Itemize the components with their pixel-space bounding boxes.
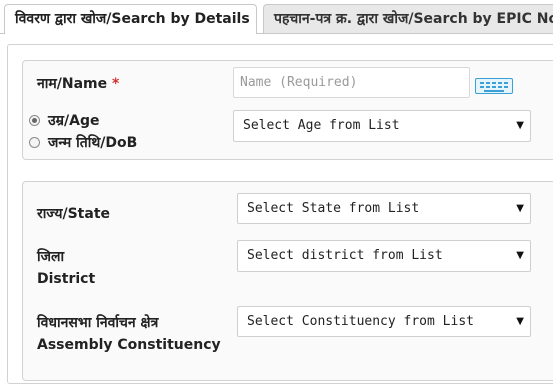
state-select-value: Select State from List [247, 201, 420, 216]
district-select-value: Select district from List [247, 248, 443, 263]
state-label: राज्य/State [37, 206, 111, 222]
search-tabs: विवरण द्वारा खोज/Search by Details पहचान… [0, 0, 553, 34]
name-label: नाम/Name * [37, 75, 119, 93]
age-radio[interactable] [29, 115, 40, 126]
chevron-down-icon: ▼ [516, 316, 524, 327]
district-label-hindi: जिला [37, 249, 65, 265]
dob-radio[interactable] [29, 137, 40, 148]
tab-search-by-epic[interactable]: पहचान-पत्र क्र. द्वारा खोज/Search by EPI… [263, 4, 553, 33]
age-select-value: Select Age from List [243, 118, 400, 133]
age-select[interactable]: Select Age from List ▼ [233, 110, 531, 142]
chevron-down-icon: ▼ [516, 120, 524, 131]
constituency-label-hindi: विधानसभा निर्वाचन क्षेत्र [37, 315, 159, 331]
constituency-label: Assembly Constituency [37, 337, 221, 353]
district-label: District [37, 271, 96, 287]
district-select[interactable]: Select district from List ▼ [237, 240, 531, 272]
tab-search-by-details[interactable]: विवरण द्वारा खोज/Search by Details [4, 4, 257, 34]
name-input[interactable]: Name (Required) [233, 67, 470, 98]
keyboard-icon[interactable] [475, 78, 513, 94]
constituency-select[interactable]: Select Constituency from List ▼ [237, 306, 531, 337]
name-label-text: नाम/Name [37, 76, 108, 92]
chevron-down-icon: ▼ [516, 203, 524, 214]
chevron-down-icon: ▼ [516, 250, 524, 261]
dob-option-label: जन्म तिथि/DoB [48, 135, 138, 151]
age-option-label: उम्र/Age [48, 113, 100, 129]
constituency-select-value: Select Constituency from List [247, 314, 474, 329]
required-asterisk: * [112, 76, 120, 92]
state-select[interactable]: Select State from List ▼ [237, 193, 531, 224]
